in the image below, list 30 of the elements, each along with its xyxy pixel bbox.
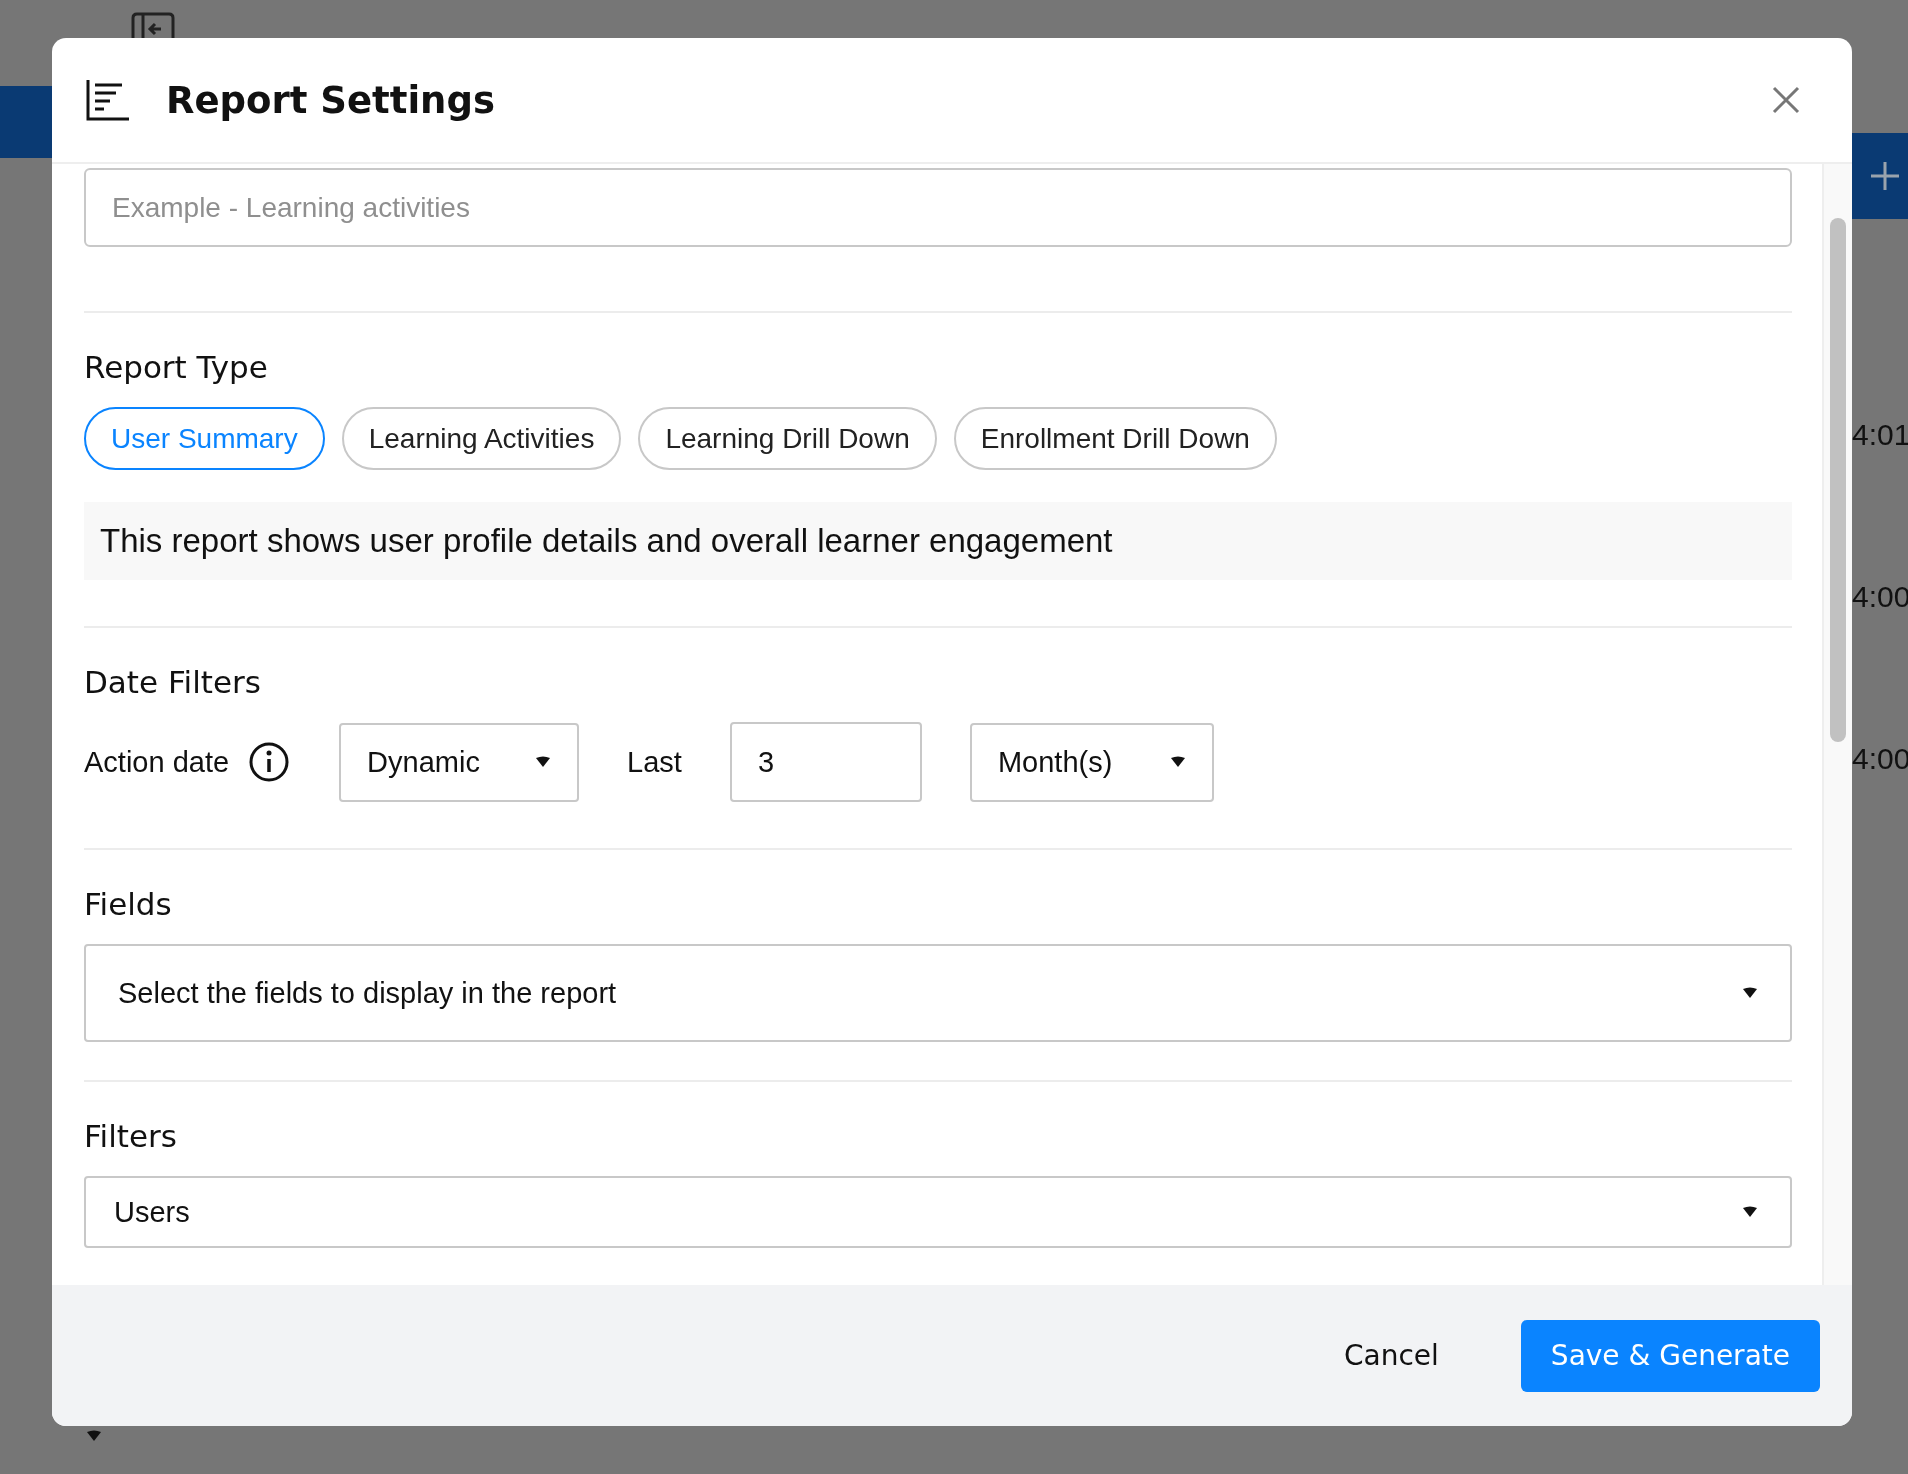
caret-icon xyxy=(1169,756,1186,768)
plus-icon xyxy=(1870,161,1900,191)
caret-icon xyxy=(1742,987,1758,999)
field-label: Last xyxy=(627,745,682,779)
section-heading: Fields xyxy=(84,886,173,922)
date-unit-select[interactable]: Month(s) xyxy=(969,722,1214,802)
cancel-button[interactable]: Cancel xyxy=(1344,1329,1439,1382)
report-type-chip[interactable]: Learning Drill Down xyxy=(638,407,937,470)
section-heading: Filters xyxy=(84,1118,178,1154)
caret-icon xyxy=(1742,1206,1758,1218)
section-heading: Date Filters xyxy=(84,664,262,700)
section-heading: Report Type xyxy=(84,349,269,385)
dialog-title: Report Settings xyxy=(166,78,496,122)
report-type-chip[interactable]: Learning Activities xyxy=(341,407,622,470)
report-description: This report shows user profile details and overall learner engagement xyxy=(84,502,1792,580)
time-label: 4:01 xyxy=(1852,418,1908,452)
caret-icon xyxy=(535,756,552,768)
report-type-chip[interactable]: Enrollment Drill Down xyxy=(953,407,1277,470)
caret-icon xyxy=(86,1430,102,1442)
amount-input[interactable]: 3 xyxy=(729,722,922,802)
field-label: Action date xyxy=(84,745,230,779)
info-icon[interactable] xyxy=(249,742,290,782)
report-name-input[interactable]: Example - Learning activities xyxy=(84,168,1792,247)
fields-select[interactable]: Select the fields to display in the report xyxy=(84,944,1792,1042)
report-list-icon xyxy=(86,79,130,121)
scrollbar-thumb[interactable] xyxy=(1830,218,1846,742)
filter-select[interactable]: Users xyxy=(84,1176,1792,1248)
report-type-chip[interactable]: User Summary xyxy=(84,407,325,470)
date-mode-select[interactable]: Dynamic xyxy=(339,722,580,802)
save-generate-button[interactable]: Save & Generate xyxy=(1520,1319,1820,1392)
